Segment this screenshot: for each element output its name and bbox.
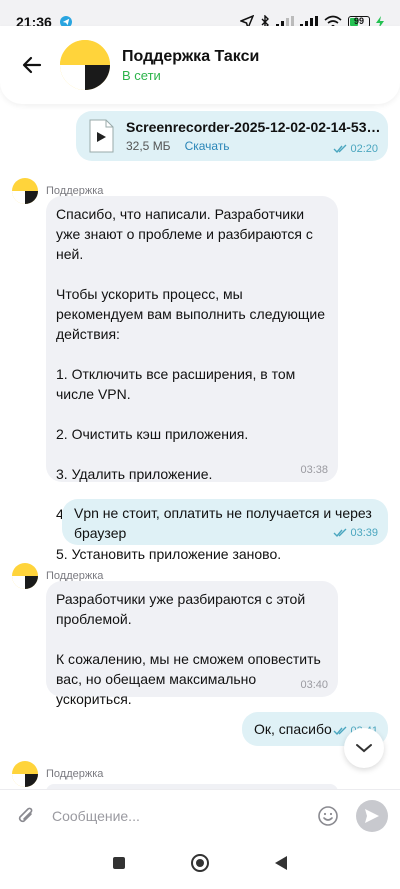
- back-button[interactable]: [16, 49, 48, 81]
- message-text: Ок, спасибо: [254, 721, 332, 737]
- message-meta: 03:40: [300, 679, 328, 691]
- message-text: Vpn не стоит, оплатить не получается и ч…: [74, 505, 372, 541]
- message-time: 03:39: [350, 527, 378, 539]
- chat-title: Поддержка Такси: [122, 47, 260, 65]
- file-size: 32,5 МБ: [126, 139, 171, 153]
- send-icon: [365, 808, 379, 823]
- double-check-icon: [333, 144, 347, 154]
- double-check-icon: [333, 528, 347, 538]
- recents-button[interactable]: [112, 856, 126, 875]
- message-meta: 02:20: [333, 143, 378, 155]
- incoming-message[interactable]: Разработчики уже разбираются с этой проб…: [46, 581, 338, 707]
- battery-level: 99: [353, 16, 364, 26]
- double-check-icon: [333, 726, 347, 736]
- circle-icon: [191, 853, 209, 872]
- message-meta: 03:38: [300, 464, 328, 476]
- sender-avatar: [12, 178, 38, 204]
- online-status: В сети: [122, 67, 161, 83]
- incoming-message[interactable]: Спасибо, что написали. Разработчики уже …: [46, 196, 338, 562]
- emoji-button[interactable]: [314, 802, 342, 830]
- arrow-left-icon: [22, 56, 42, 74]
- system-navbar: [0, 841, 400, 889]
- message-text: Разработчики уже разбираются с этой проб…: [56, 591, 321, 707]
- square-icon: [113, 856, 125, 869]
- paperclip-icon: [18, 807, 33, 822]
- chat-header: Поддержка Такси В сети: [0, 26, 400, 104]
- video-file-icon: [88, 119, 116, 155]
- outgoing-message[interactable]: Vpn не стоит, оплатить не получается и ч…: [62, 499, 388, 545]
- avatar[interactable]: [60, 40, 110, 90]
- file-message[interactable]: Screenrecorder-2025-12-02-02-14-53-36...…: [76, 111, 388, 161]
- triangle-back-icon: [275, 855, 287, 870]
- message-time: 03:38: [300, 464, 328, 476]
- file-name: Screenrecorder-2025-12-02-02-14-53-36...…: [126, 119, 382, 135]
- send-button[interactable]: [356, 799, 388, 832]
- message-input[interactable]: Сообщение...: [52, 808, 314, 824]
- message-composer: Сообщение...: [0, 789, 400, 841]
- download-link[interactable]: Скачать: [185, 139, 230, 153]
- sender-name: Поддержка: [46, 768, 104, 780]
- message-time: 02:20: [350, 143, 378, 155]
- message-meta: 03:39: [333, 527, 378, 539]
- attach-button[interactable]: [12, 802, 40, 830]
- chevron-down-icon: [356, 744, 372, 753]
- message-time: 03:40: [300, 679, 328, 691]
- home-button[interactable]: [190, 853, 210, 878]
- back-nav-button[interactable]: [274, 855, 288, 876]
- scroll-down-button[interactable]: [344, 728, 384, 768]
- sender-avatar: [12, 761, 38, 787]
- sender-avatar: [12, 563, 38, 589]
- smile-icon: [318, 805, 338, 826]
